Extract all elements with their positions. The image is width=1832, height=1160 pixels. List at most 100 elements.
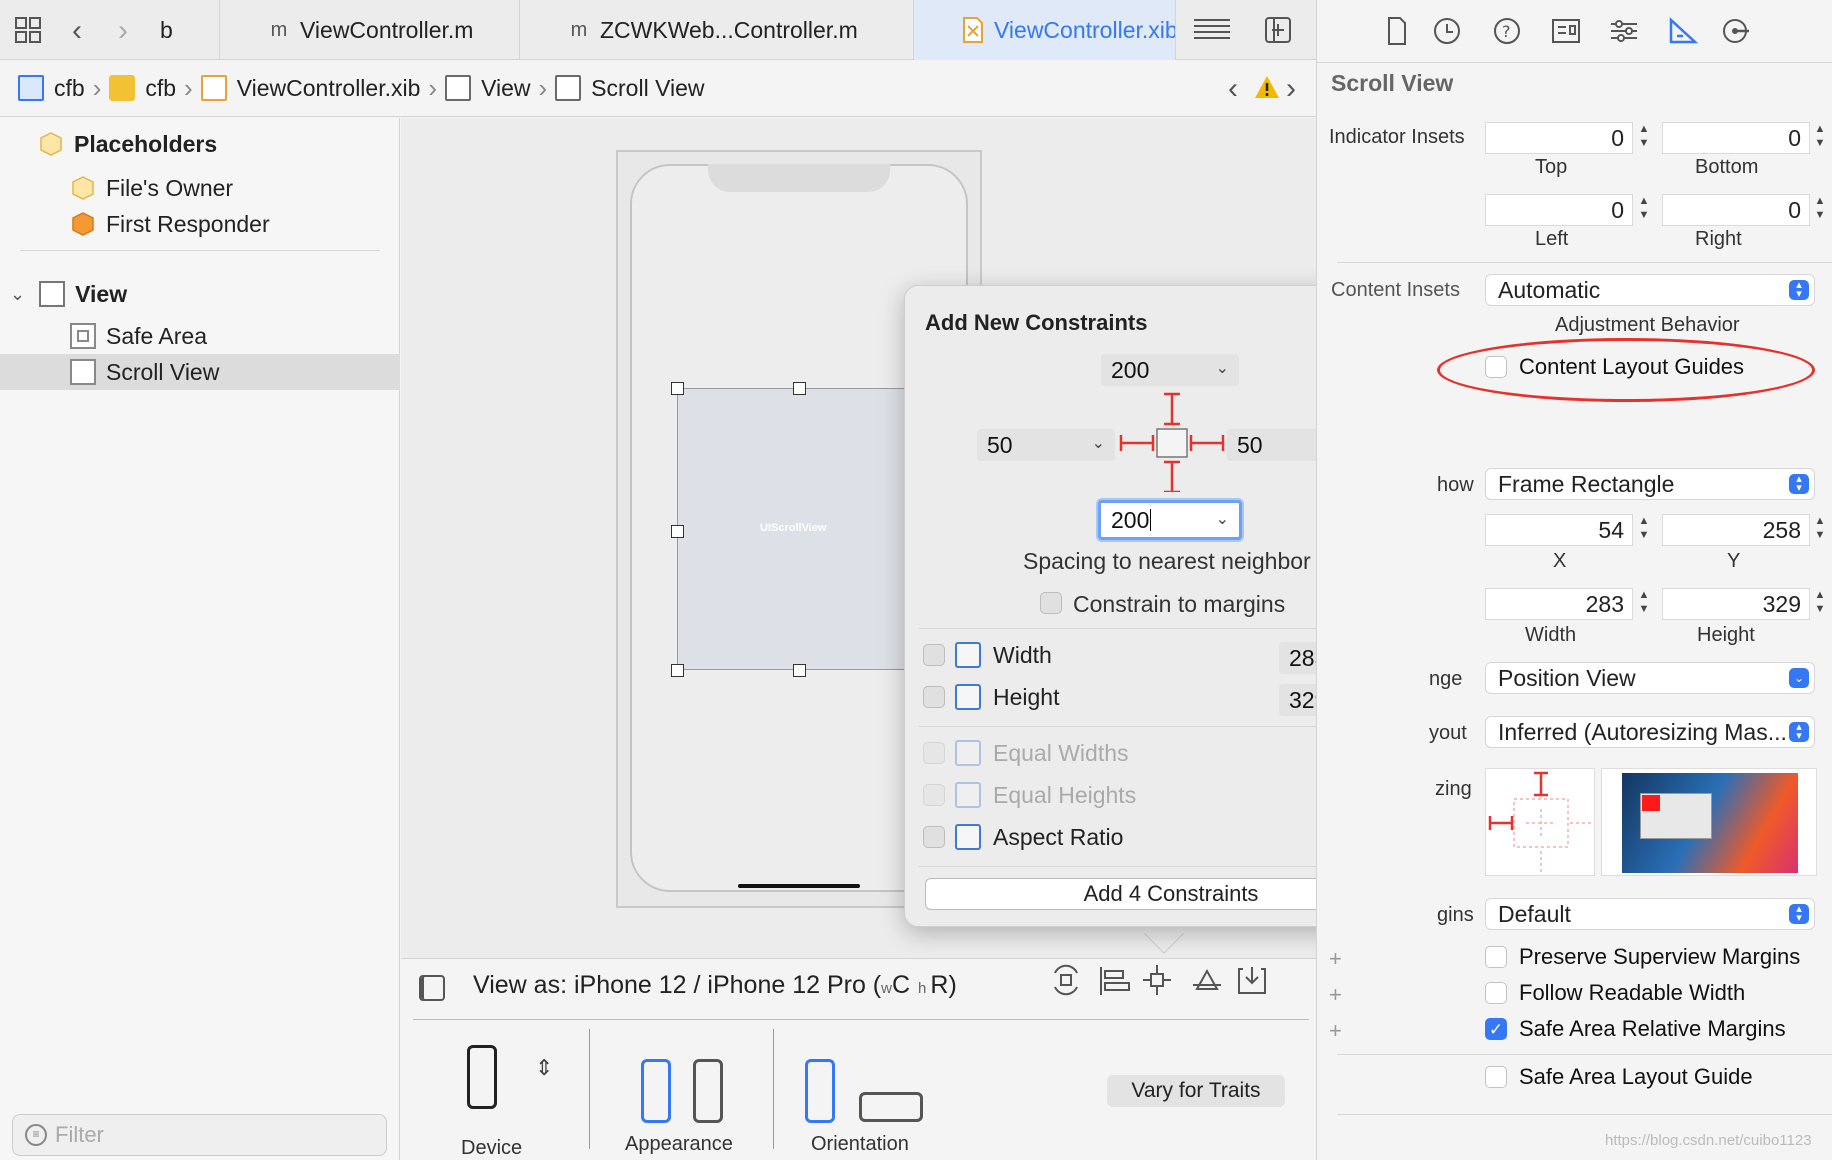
frame-width-field[interactable]: 283 [1485,588,1633,620]
width-checkbox[interactable] [923,644,945,666]
resize-handle[interactable] [671,382,684,395]
outline-placeholders[interactable]: Placeholders [0,126,400,162]
chevron-down-icon: ⌄ [1789,668,1809,688]
inspector-tabs: ? [1383,16,1813,46]
toggle-outline-icon[interactable] [419,975,445,1001]
frame-x-field[interactable]: 54 [1485,514,1633,546]
breadcrumb-scrollview[interactable]: Scroll View [555,75,705,102]
device-iphone-icon[interactable] [467,1045,497,1109]
height-checkbox[interactable] [923,686,945,708]
home-indicator [738,884,860,888]
tab-viewcontroller-m[interactable]: m ViewController.m [220,0,520,60]
outline-scroll-view[interactable]: Scroll View [0,354,400,390]
previous-issue-icon[interactable]: ‹ [1228,72,1238,106]
safe-area-margins-checkbox[interactable]: ✓ [1485,1018,1507,1040]
equal-heights-checkbox[interactable] [923,784,945,806]
stepper-icon[interactable]: ▲ ▼ [1635,514,1653,546]
filter-field[interactable]: ≡ Filter [12,1114,387,1156]
y-label: Y [1727,550,1741,572]
device-label: Device [461,1137,523,1159]
chevron-down-icon: ⌄ [1091,435,1105,452]
inset-bottom-field[interactable]: 0 [1662,122,1810,154]
top-spacing-combo[interactable]: 200 ⌄ [1101,354,1239,386]
autoresizing-mask-editor[interactable] [1485,768,1595,876]
lines-icon[interactable] [1194,18,1230,42]
help-icon: ? [1494,18,1520,44]
grid-icon[interactable] [14,16,42,44]
arrange-popup[interactable]: Position View ⌄ [1485,662,1815,694]
frame-height-field[interactable]: 329 [1662,588,1810,620]
left-spacing-combo[interactable]: 50 ⌄ [977,429,1115,461]
resize-handle[interactable] [671,525,684,538]
first-responder-icon [70,211,96,237]
follow-readable-checkbox[interactable] [1485,982,1507,1004]
frame-y-field[interactable]: 258 [1662,514,1810,546]
embed-in-icon [1238,967,1266,994]
stepper-icon[interactable]: ▲ ▼ [1811,588,1829,620]
inset-left-field[interactable]: 0 [1485,194,1633,226]
inset-right-field[interactable]: 0 [1662,194,1810,226]
add-editor-icon[interactable] [1264,16,1292,44]
resize-handle[interactable] [793,664,806,677]
height-label: Height [993,684,1060,710]
landscape-orientation-icon[interactable] [859,1092,923,1122]
warning-icon[interactable] [1254,74,1280,100]
outline-view[interactable]: ⌄ View [0,276,400,312]
constraint-pin-diagram [1119,392,1225,492]
breadcrumb-folder[interactable]: cfb [109,75,176,102]
left-label: Left [1535,228,1569,250]
stepper-icon[interactable]: ▲ ▼ [1811,514,1829,546]
stepper-icon[interactable]: ⇕ [535,1055,553,1081]
plus-icon[interactable]: + [1329,982,1342,1008]
stepper-icon[interactable]: ▲ ▼ [1811,122,1829,154]
width-constraint-icon [955,642,981,668]
autoresizing-preview [1601,768,1817,876]
view-as-label[interactable]: View as: iPhone 12 / iPhone 12 Pro (wC h R… [473,971,957,1000]
resize-handle[interactable] [671,664,684,677]
device-config-bar: View as: iPhone 12 / iPhone 12 Pro (wC h R… [401,958,1316,1160]
show-popup[interactable]: Frame Rectangle ▴ ▾ [1485,468,1815,500]
preserve-margins-checkbox[interactable] [1485,946,1507,968]
divider [1317,62,1832,63]
outline-safe-area[interactable]: Safe Area [0,318,400,354]
aspect-ratio-checkbox[interactable] [923,826,945,848]
tab-b[interactable]: b [150,0,220,60]
back-arrow-icon[interactable]: ‹ [72,14,82,48]
dark-appearance-icon[interactable] [693,1059,723,1123]
breadcrumb-xib[interactable]: ViewController.xib [200,75,420,102]
chevron-down-icon[interactable]: ⌄ [10,284,25,305]
breadcrumb-project[interactable]: cfb [18,75,85,102]
content-insets-popup[interactable]: Automatic ▴ ▾ [1485,274,1815,306]
stepper-icon[interactable]: ▲ ▼ [1635,588,1653,620]
preview-anchor [1642,795,1660,811]
next-issue-icon[interactable]: › [1286,72,1296,106]
app-project-icon [18,75,44,101]
breadcrumb-view[interactable]: View [445,75,531,102]
forward-arrow-icon[interactable]: › [118,14,128,48]
tab-zcwkweb-controller[interactable]: m ZCWKWeb...Controller.m [520,0,914,60]
plus-icon[interactable]: + [1329,1018,1342,1044]
constrain-margins-checkbox[interactable] [1040,592,1062,614]
stepper-icon[interactable]: ▲ ▼ [1811,194,1829,226]
light-appearance-icon[interactable] [641,1059,671,1123]
align-icon [1100,967,1130,995]
layout-margins-popup[interactable]: Default ▴ ▾ [1485,898,1815,930]
bottom-spacing-combo[interactable]: 200 ⌄ [1098,500,1242,540]
vary-for-traits-button[interactable]: Vary for Traits [1107,1075,1285,1107]
svg-text:?: ? [1502,22,1511,41]
layout-popup[interactable]: Inferred (Autoresizing Mas... ▴ ▾ [1485,716,1815,748]
plus-icon[interactable]: + [1329,946,1342,972]
safe-area-guide-checkbox[interactable] [1485,1066,1507,1088]
equal-widths-checkbox[interactable] [923,742,945,764]
safe-area-margins-label: Safe Area Relative Margins [1519,1016,1786,1041]
portrait-orientation-icon[interactable] [805,1059,835,1123]
stepper-icon[interactable]: ▲ ▼ [1635,122,1653,154]
inset-top-field[interactable]: 0 [1485,122,1633,154]
resize-handle[interactable] [793,382,806,395]
outline-files-owner[interactable]: File's Owner [0,170,400,206]
stepper-icon[interactable]: ▲ ▼ [1635,194,1653,226]
popup-arrows-icon: ▴ ▾ [1789,904,1809,924]
tab-viewcontroller-xib[interactable]: ViewController.xib [914,0,1176,60]
outline-first-responder[interactable]: First Responder [0,206,400,242]
autoresizing-label: zing [1435,778,1472,800]
